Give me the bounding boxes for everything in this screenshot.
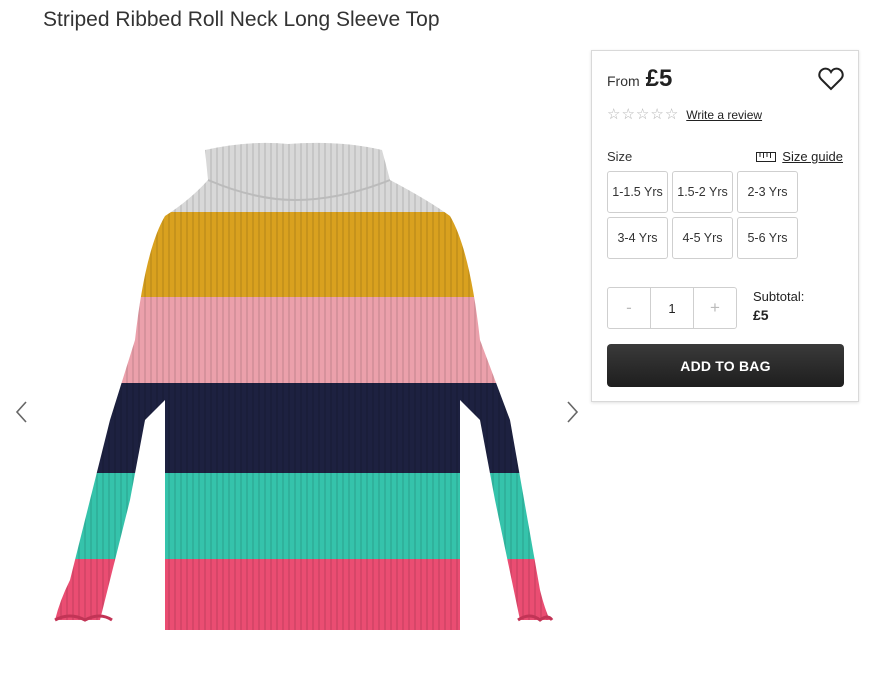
ruler-icon [756,151,777,162]
quantity-input[interactable] [650,288,694,328]
star-rating: ☆ ☆ ☆ ☆ ☆ [607,107,678,122]
subtotal: Subtotal: £5 [753,289,804,323]
subtotal-label: Subtotal: [753,289,805,304]
quantity-stepper: - + [607,287,737,329]
chevron-right-icon[interactable] [562,400,582,424]
size-label: Size [607,149,633,164]
heart-icon[interactable] [818,67,844,91]
size-option-2-3[interactable]: 2-3 Yrs [737,171,798,213]
product-image [54,142,554,630]
subtotal-value: £5 [753,307,769,323]
star-outline-icon: ☆ [664,106,679,123]
star-outline-icon: ☆ [635,106,650,123]
size-option-1-1.5[interactable]: 1-1.5 Yrs [607,171,668,213]
size-option-4-5[interactable]: 4-5 Yrs [672,217,733,259]
quantity-increase-button[interactable]: + [694,288,736,328]
size-option-3-4[interactable]: 3-4 Yrs [607,217,668,259]
price-row: From £5 [607,65,672,93]
rating-row: ☆ ☆ ☆ ☆ ☆ Write a review [607,107,762,122]
purchase-panel: From £5 ☆ ☆ ☆ ☆ ☆ Write a review Size Si… [591,50,859,402]
chevron-left-icon[interactable] [12,400,32,424]
size-guide-link[interactable]: Size guide [756,149,843,164]
star-outline-icon: ☆ [607,106,621,123]
star-outline-icon: ☆ [621,106,635,123]
size-option-1.5-2[interactable]: 1.5-2 Yrs [672,171,733,213]
quantity-decrease-button[interactable]: - [608,288,650,328]
size-option-5-6[interactable]: 5-6 Yrs [737,217,798,259]
product-gallery [0,120,590,660]
add-to-bag-button[interactable]: ADD TO BAG [607,344,844,387]
from-label: From [607,73,640,89]
star-outline-icon: ☆ [650,106,664,123]
write-review-link[interactable]: Write a review [686,108,762,122]
size-header: Size Size guide [607,149,843,164]
size-options: 1-1.5 Yrs 1.5-2 Yrs 2-3 Yrs 3-4 Yrs 4-5 … [607,171,807,259]
price: £5 [645,65,673,92]
quantity-row: - + Subtotal: £5 [607,287,843,329]
size-guide-label: Size guide [782,149,843,164]
product-title: Striped Ribbed Roll Neck Long Sleeve Top [43,8,440,31]
